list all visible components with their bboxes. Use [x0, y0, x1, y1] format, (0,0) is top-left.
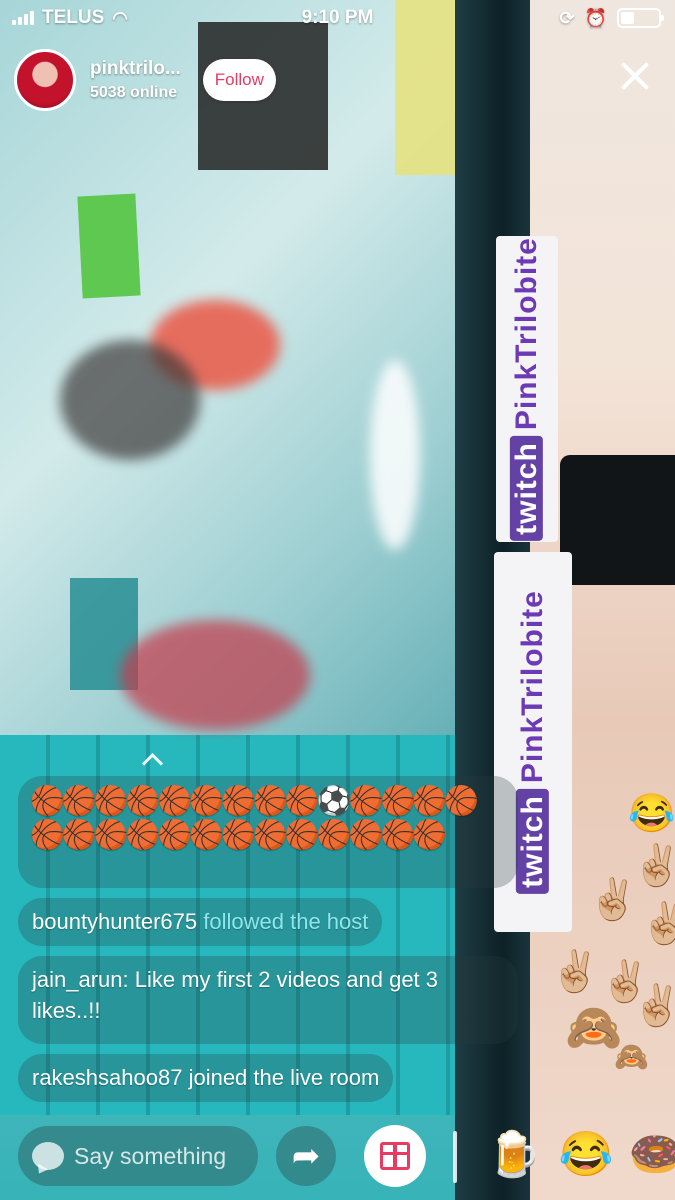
twitch-logo: twitch	[510, 436, 544, 541]
peace-reaction-icon: ✌🏼	[550, 950, 600, 994]
gift-icon	[380, 1142, 410, 1170]
chat-message: 🏀🏀🏀🏀🏀🏀🏀🏀🏀⚽🏀🏀🏀🏀🏀🏀🏀🏀🏀🏀🏀🏀🏀🏀🏀🏀🏀	[18, 776, 518, 888]
peace-reaction-icon: ✌🏼	[632, 984, 675, 1028]
see-no-evil-monkey-icon: 🙈	[614, 1041, 649, 1072]
avatar[interactable]	[14, 49, 76, 111]
laugh-gift-icon[interactable]: 😂	[558, 1127, 614, 1183]
players-shape	[60, 340, 200, 460]
green-banner	[77, 193, 141, 299]
chat-username[interactable]: bountyhunter675	[32, 909, 197, 934]
divider	[453, 1131, 457, 1183]
peace-reaction-icon: ✌🏼	[640, 902, 675, 946]
twitch-sticker: twitch PinkTrilobite	[496, 236, 558, 542]
follow-button[interactable]: Follow	[202, 59, 276, 101]
sticker-text: PinkTrilobite	[510, 237, 544, 431]
close-icon[interactable]	[617, 58, 653, 94]
comment-input[interactable]: Say something	[18, 1126, 258, 1186]
comment-placeholder: Say something	[74, 1142, 227, 1169]
share-button[interactable]: ➦	[276, 1126, 336, 1186]
viewer-count: 5038 online	[90, 84, 178, 101]
battery-icon	[617, 8, 664, 28]
chevron-up-icon[interactable]	[142, 752, 164, 766]
chat-text: followed the host	[203, 909, 369, 934]
beer-gift-icon[interactable]: 🍺	[486, 1127, 542, 1183]
gift-button[interactable]	[364, 1125, 426, 1187]
alarm-icon: ⏰	[584, 7, 607, 28]
chat-username[interactable]: jain_arun	[32, 967, 123, 992]
webcam	[560, 455, 675, 585]
chat-bubble-icon	[32, 1142, 64, 1170]
host-name[interactable]: pinktrilo...	[90, 58, 181, 80]
hoop-shape	[370, 360, 420, 550]
peace-reaction-icon: ✌🏼	[588, 878, 638, 922]
laugh-reaction-icon: 😂	[628, 793, 675, 835]
peace-reaction-icon: ✌🏼	[632, 844, 675, 888]
sticker-text: PinkTrilobite	[516, 590, 550, 784]
share-arrow-icon: ➦	[291, 1137, 321, 1175]
bottom-bar: Say something ➦ 🍺 😂 🍩	[0, 1113, 675, 1200]
rotation-lock-icon: ⟳	[559, 7, 575, 28]
chat-message: bountyhunter675 followed the host	[18, 898, 383, 946]
donut-gift-icon[interactable]: 🍩	[628, 1127, 675, 1183]
host-info[interactable]: pinktrilo... 5038 online Follow	[14, 49, 276, 111]
chat-text: joined the live room	[188, 1065, 380, 1090]
chat-message: rakeshsahoo87 joined the live room	[18, 1054, 394, 1102]
chat-message: jain_arun: Like my first 2 videos and ge…	[18, 956, 518, 1044]
twitch-logo: twitch	[516, 789, 550, 894]
logo-shape	[120, 620, 310, 730]
status-bar: TELUS ◠ 9:10 PM ⟳ ⏰	[0, 0, 675, 36]
chat-username[interactable]: rakeshsahoo87	[32, 1065, 182, 1090]
